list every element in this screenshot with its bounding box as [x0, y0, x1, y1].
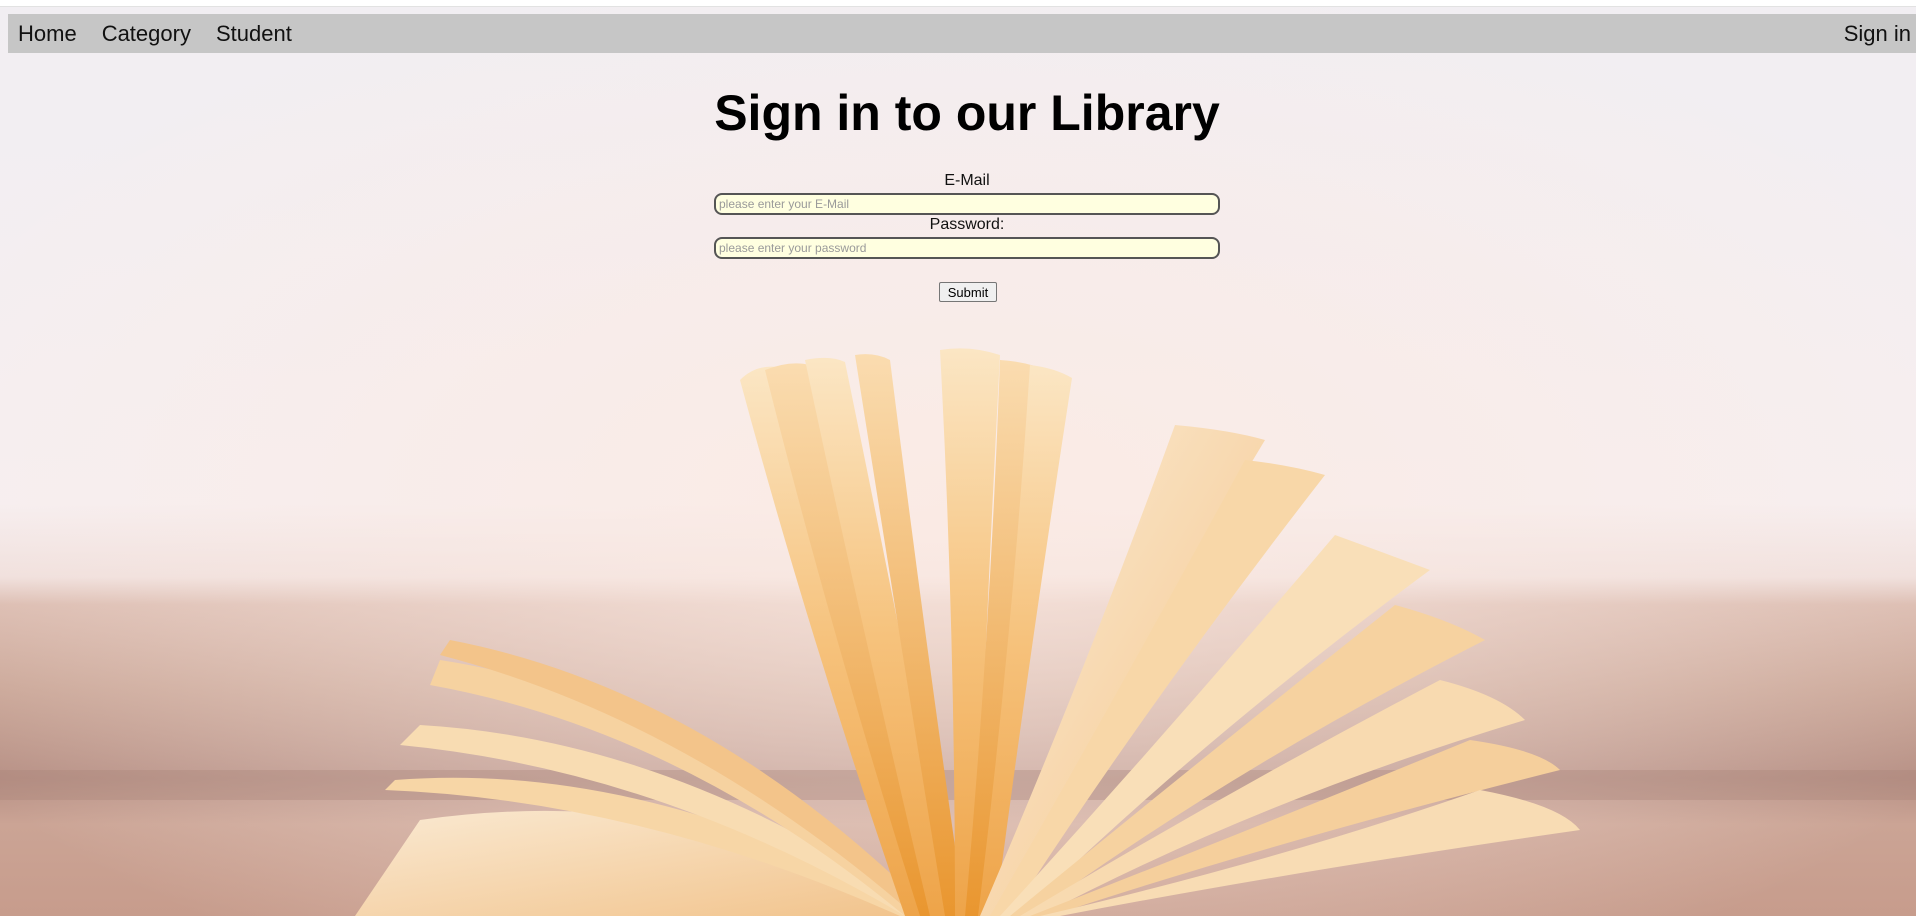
submit-button[interactable]: Submit: [939, 282, 997, 302]
password-input[interactable]: [714, 237, 1220, 259]
page-title: Sign in to our Library: [714, 85, 1220, 141]
nav-link-home[interactable]: Home: [18, 21, 77, 47]
nav-right-group: Sign in: [1844, 21, 1916, 47]
nav-left-group: Home Category Student: [8, 21, 317, 47]
nav-link-student[interactable]: Student: [216, 21, 292, 47]
top-navigation-bar: Home Category Student Sign in: [8, 14, 1916, 53]
browser-top-strip: [0, 0, 1916, 7]
nav-link-category[interactable]: Category: [102, 21, 191, 47]
email-input[interactable]: [714, 193, 1220, 215]
email-label: E-Mail: [944, 172, 990, 189]
password-label: Password:: [929, 216, 1005, 233]
nav-link-sign-in[interactable]: Sign in: [1844, 21, 1911, 46]
